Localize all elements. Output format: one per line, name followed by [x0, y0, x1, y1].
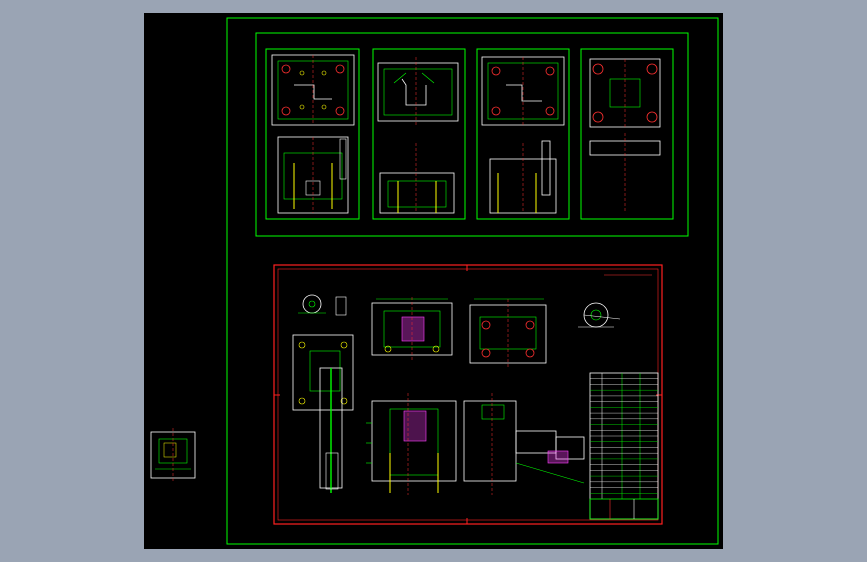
cad-model-viewport[interactable]: [144, 13, 723, 549]
circular-detail-view[interactable]: [578, 302, 621, 328]
detail-view-small[interactable]: [298, 294, 347, 316]
assembly-side-section[interactable]: [463, 393, 585, 495]
assembly-top-view[interactable]: [371, 297, 453, 361]
part-sheet-3[interactable]: [476, 48, 570, 220]
assembly-end-view[interactable]: [469, 298, 547, 369]
assembly-front-section[interactable]: [366, 393, 457, 495]
part-sheet-4[interactable]: [580, 48, 674, 220]
outer-layout-frame: [226, 17, 719, 545]
part-sheet-2[interactable]: [372, 48, 466, 220]
side-section-view[interactable]: [292, 334, 354, 493]
part-sheet-1[interactable]: [265, 48, 360, 220]
title-block-table[interactable]: [589, 372, 659, 520]
assembly-sheet[interactable]: [273, 264, 663, 525]
part-drawings-frame: [255, 32, 689, 237]
cad-drawing-canvas[interactable]: [144, 13, 723, 549]
side-thumbnail-view[interactable]: [150, 428, 196, 482]
